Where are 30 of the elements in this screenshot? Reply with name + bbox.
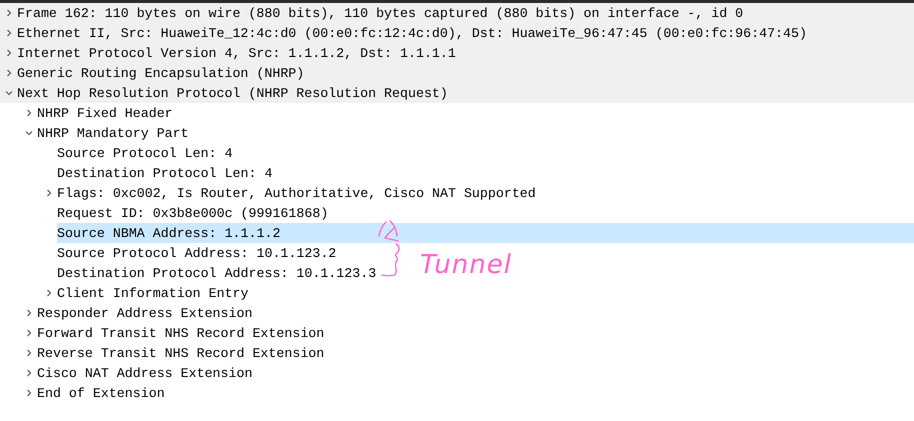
- tree-item[interactable]: Flags: 0xc002, Is Router, Authoritative, Cisco NAT Supported: [57, 183, 536, 203]
- tree-item[interactable]: Cisco NAT Address Extension: [37, 363, 252, 383]
- tree-item[interactable]: Source NBMA Address: 1.1.1.2: [57, 223, 914, 243]
- expand-chevron-icon[interactable]: [25, 349, 33, 357]
- expand-chevron-icon[interactable]: [5, 49, 13, 57]
- expand-chevron-icon[interactable]: [5, 29, 13, 37]
- expand-chevron-icon[interactable]: [25, 329, 33, 337]
- tree-item[interactable]: Source Protocol Len: 4: [57, 143, 233, 163]
- tree-item[interactable]: Responder Address Extension: [37, 303, 252, 323]
- tree-item[interactable]: End of Extension: [37, 383, 165, 403]
- tree-item[interactable]: NHRP Mandatory Part: [37, 123, 189, 143]
- collapse-chevron-icon[interactable]: [5, 89, 13, 97]
- expand-chevron-icon[interactable]: [45, 289, 53, 297]
- tree-item[interactable]: Destination Protocol Address: 10.1.123.3: [57, 263, 376, 283]
- expand-chevron-icon[interactable]: [25, 389, 33, 397]
- tree-item[interactable]: NHRP Fixed Header: [37, 103, 173, 123]
- tree-item[interactable]: Request ID: 0x3b8e000c (999161868): [57, 203, 328, 223]
- expand-chevron-icon[interactable]: [5, 69, 13, 77]
- expand-chevron-icon[interactable]: [25, 369, 33, 377]
- handwritten-note: Tunnel: [420, 250, 512, 280]
- expand-chevron-icon[interactable]: [45, 189, 53, 197]
- expand-chevron-icon[interactable]: [25, 309, 33, 317]
- collapse-chevron-icon[interactable]: [25, 129, 33, 137]
- tree-item[interactable]: Destination Protocol Len: 4: [57, 163, 272, 183]
- tree-item[interactable]: Forward Transit NHS Record Extension: [37, 323, 324, 343]
- tree-item[interactable]: Reverse Transit NHS Record Extension: [37, 343, 324, 363]
- expand-chevron-icon[interactable]: [5, 9, 13, 17]
- tree-item[interactable]: Client Information Entry: [57, 283, 249, 303]
- tree-item[interactable]: Source Protocol Address: 10.1.123.2: [57, 243, 336, 263]
- expand-chevron-icon[interactable]: [25, 109, 33, 117]
